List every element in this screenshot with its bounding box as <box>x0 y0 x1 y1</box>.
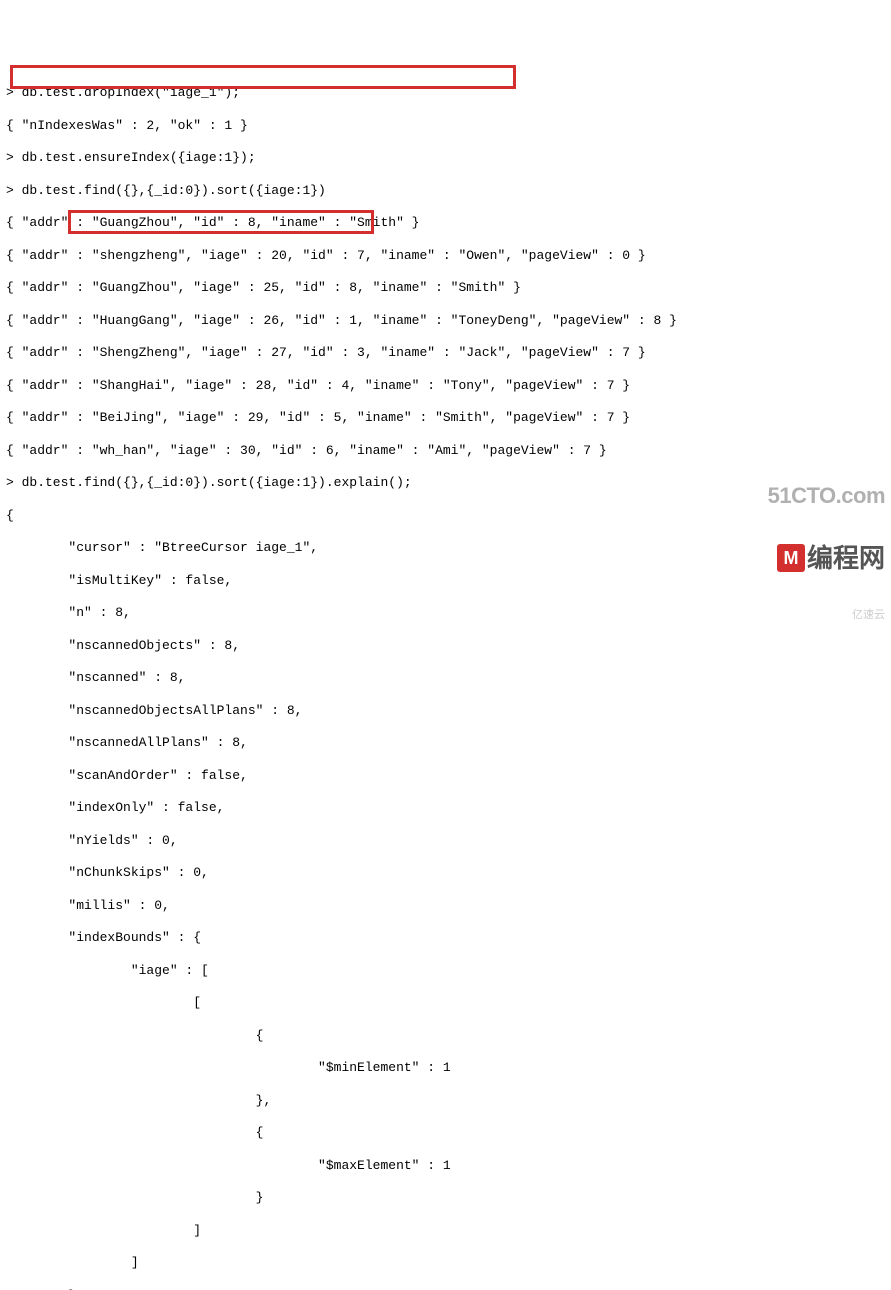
output-line: { "addr" : "wh_han", "iage" : 30, "id" :… <box>6 443 885 459</box>
output-line: { "addr" : "shengzheng", "iage" : 20, "i… <box>6 248 885 264</box>
output-line: "scanAndOrder" : false, <box>6 768 885 784</box>
output-line: }, <box>6 1288 885 1290</box>
output-line: { "addr" : "ShengZheng", "iage" : 27, "i… <box>6 345 885 361</box>
output-line: "cursor" : "BtreeCursor iage_1", <box>6 540 885 556</box>
output-line: [ <box>6 995 885 1011</box>
output-line: "nscannedObjectsAllPlans" : 8, <box>6 703 885 719</box>
output-line: "indexOnly" : false, <box>6 800 885 816</box>
output-line: "iage" : [ <box>6 963 885 979</box>
output-line: > db.test.find({},{_id:0}).sort({iage:1}… <box>6 183 885 199</box>
output-line: "nscannedAllPlans" : 8, <box>6 735 885 751</box>
output-line: > db.test.ensureIndex({iage:1}); <box>6 150 885 166</box>
output-line: { "addr" : "BeiJing", "iage" : 29, "id" … <box>6 410 885 426</box>
output-line: "nscannedObjects" : 8, <box>6 638 885 654</box>
output-line: > db.test.find({},{_id:0}).sort({iage:1}… <box>6 475 885 491</box>
output-line: ] <box>6 1223 885 1239</box>
output-line: } <box>6 1190 885 1206</box>
output-line: "$minElement" : 1 <box>6 1060 885 1076</box>
output-line: { "addr" : "HuangGang", "iage" : 26, "id… <box>6 313 885 329</box>
output-line: { "addr" : "GuangZhou", "id" : 8, "iname… <box>6 215 885 231</box>
output-line: { "addr" : "GuangZhou", "iage" : 25, "id… <box>6 280 885 296</box>
output-line: "millis" : 0, <box>6 898 885 914</box>
output-line: "nscanned" : 8, <box>6 670 885 686</box>
output-line: "indexBounds" : { <box>6 930 885 946</box>
output-line: }, <box>6 1093 885 1109</box>
terminal-output[interactable]: > db.test.dropIndex("iage_1"); { "nIndex… <box>6 69 885 1290</box>
output-line: { "addr" : "ShangHai", "iage" : 28, "id"… <box>6 378 885 394</box>
output-line: "isMultiKey" : false, <box>6 573 885 589</box>
output-line: { <box>6 508 885 524</box>
output-line: { <box>6 1028 885 1044</box>
output-line: "nChunkSkips" : 0, <box>6 865 885 881</box>
output-line: ] <box>6 1255 885 1271</box>
output-line: { <box>6 1125 885 1141</box>
output-line: "nYields" : 0, <box>6 833 885 849</box>
output-line: > db.test.dropIndex("iage_1"); <box>6 85 885 101</box>
output-line: { "nIndexesWas" : 2, "ok" : 1 } <box>6 118 885 134</box>
output-line: "$maxElement" : 1 <box>6 1158 885 1174</box>
output-line: "n" : 8, <box>6 605 885 621</box>
